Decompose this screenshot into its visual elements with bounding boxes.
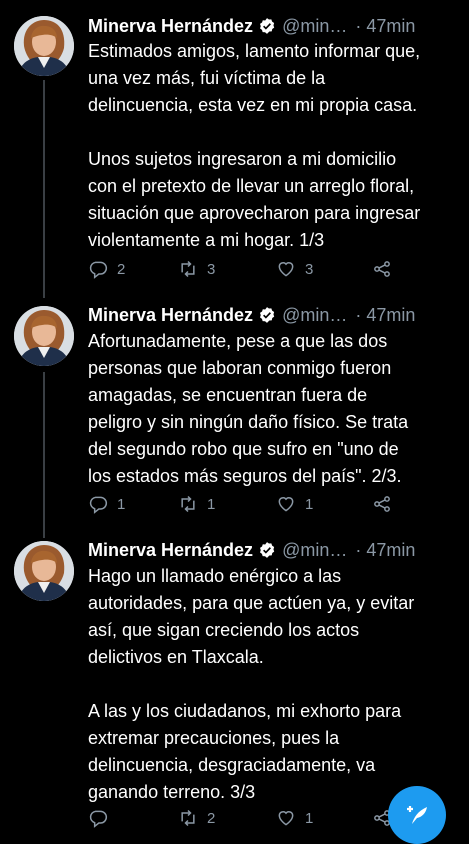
reply-count: 2 [117, 260, 126, 278]
retweet-count: 1 [207, 495, 216, 513]
separator-dot: · [355, 15, 362, 36]
avatar-photo [14, 306, 74, 366]
share-button[interactable] [372, 494, 392, 514]
avatar-photo [14, 541, 74, 601]
reply-button[interactable]: 2 [88, 259, 125, 279]
retweet-icon [181, 260, 195, 278]
retweet-count: 3 [207, 260, 216, 278]
thread-connector [43, 80, 45, 298]
like-count: 3 [305, 260, 314, 278]
tweet-text: Afortunadamente, pese a que las dos pers… [88, 331, 409, 486]
retweet-icon [181, 495, 195, 513]
reply-icon [89, 810, 108, 828]
reply-icon [89, 496, 108, 514]
like-icon [278, 497, 294, 512]
timestamp[interactable]: 47min [366, 305, 415, 326]
verified-badge-icon [260, 542, 275, 558]
like-button[interactable]: 1 [276, 494, 313, 514]
timestamp[interactable]: 47min [366, 540, 415, 561]
retweet-button[interactable]: 1 [178, 494, 215, 514]
retweet-button[interactable]: 3 [178, 259, 215, 279]
thread-connector [43, 372, 45, 538]
avatar[interactable] [14, 16, 74, 76]
reply-button[interactable] [88, 808, 117, 828]
compose-tweet-button[interactable] [388, 786, 446, 844]
like-count: 1 [305, 495, 314, 513]
reply-icon [89, 261, 108, 279]
reply-button[interactable]: 1 [88, 494, 125, 514]
like-button[interactable]: 1 [276, 808, 313, 828]
timestamp[interactable]: 47min [366, 16, 415, 37]
reply-count: 1 [117, 495, 126, 513]
tweet-text: Estimados amigos, lamento informar que, … [88, 41, 421, 250]
like-icon [278, 262, 294, 277]
like-button[interactable]: 3 [276, 259, 313, 279]
avatar[interactable] [14, 541, 74, 601]
share-icon [374, 496, 390, 512]
compose-tweet-icon [407, 806, 427, 824]
share-icon [374, 261, 390, 277]
like-count: 1 [305, 809, 314, 827]
author-handle[interactable]: @min… [282, 305, 347, 326]
verified-badge-icon [260, 307, 275, 323]
author-name[interactable]: Minerva Hernández [88, 305, 253, 326]
tweet-text: Hago un llamado enérgico a las autoridad… [88, 566, 415, 802]
verified-badge-icon [260, 18, 275, 34]
author-handle[interactable]: @min… [282, 16, 347, 37]
separator-dot: · [355, 539, 362, 560]
avatar[interactable] [14, 306, 74, 366]
author-handle[interactable]: @min… [282, 540, 347, 561]
author-name[interactable]: Minerva Hernández [88, 16, 253, 37]
author-name[interactable]: Minerva Hernández [88, 540, 253, 561]
retweet-button[interactable]: 2 [178, 808, 215, 828]
avatar-photo [14, 16, 74, 76]
retweet-count: 2 [207, 809, 216, 827]
share-button[interactable] [372, 259, 392, 279]
retweet-icon [181, 809, 195, 827]
like-icon [278, 811, 294, 826]
separator-dot: · [355, 304, 362, 325]
